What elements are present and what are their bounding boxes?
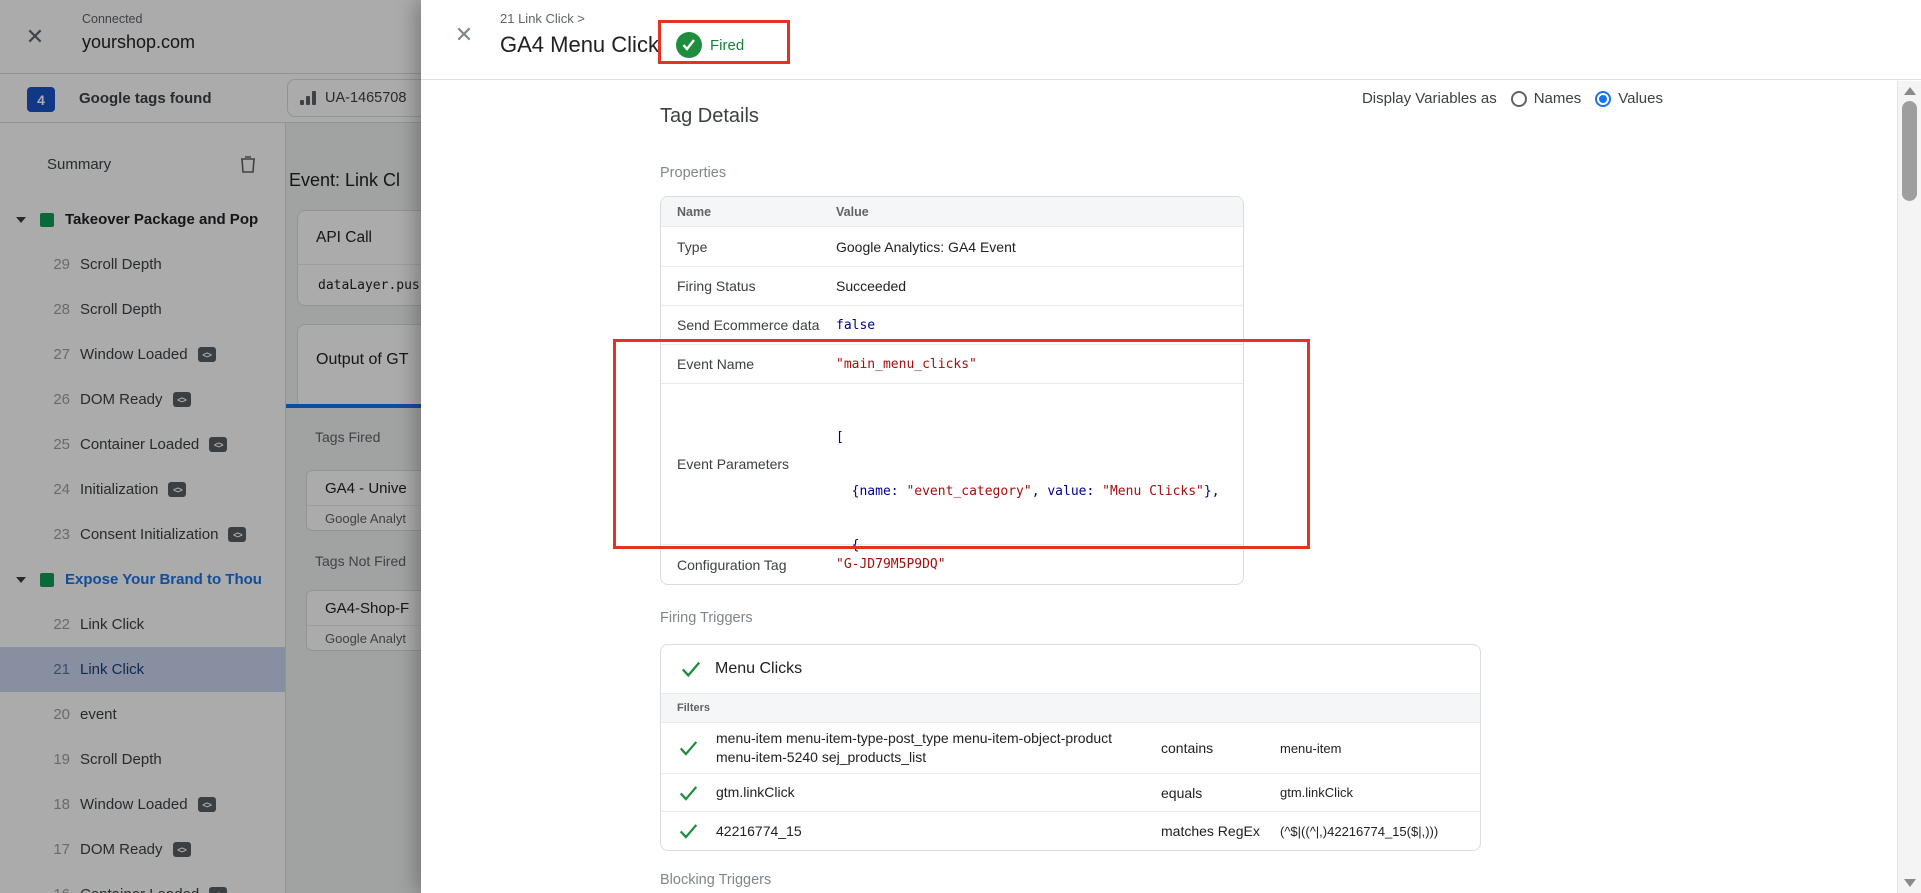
display-variables-toggle: Display Variables as Names Values	[1362, 90, 1663, 107]
tags-not-fired-label: Tags Not Fired	[315, 553, 406, 569]
tag-details-heading: Tag Details	[660, 105, 759, 128]
table-row: Firing Status Succeeded	[661, 267, 1243, 306]
check-icon	[679, 740, 698, 756]
filter-row: 42216774_15 matches RegEx (^$|((^|,)4221…	[661, 812, 1480, 850]
check-icon	[679, 823, 698, 839]
tag-detail-dialog: ✕ 21 Link Click > GA4 Menu Click Fired D…	[421, 0, 1921, 893]
filters-label: Filters	[661, 693, 1480, 723]
check-circle-icon	[676, 32, 702, 58]
group-label: Takeover Package and Pop	[65, 211, 258, 228]
filter-row: menu-item menu-item-type-post_type menu-…	[661, 723, 1480, 774]
blocking-triggers-heading: Blocking Triggers	[660, 872, 771, 888]
sidebar-group-expose-your-brand[interactable]: Expose Your Brand to Thou	[0, 557, 285, 602]
container-color-icon	[40, 573, 54, 587]
code-event-icon	[198, 797, 216, 812]
sidebar-item-event-28[interactable]: 28 Scroll Depth	[0, 287, 285, 332]
scrollbar-thumb[interactable]	[1902, 101, 1917, 201]
radio-values-label[interactable]: Values	[1618, 90, 1663, 107]
sidebar-item-event-25[interactable]: 25 Container Loaded	[0, 422, 285, 467]
code-event-icon	[173, 392, 191, 407]
dialog-close-icon[interactable]: ✕	[451, 22, 477, 48]
chevron-down-icon	[16, 217, 26, 223]
sidebar-group-takeover-package[interactable]: Takeover Package and Pop	[0, 197, 285, 242]
summary-label: Summary	[47, 156, 111, 173]
display-variables-label: Display Variables as	[1362, 90, 1497, 107]
group-label: Expose Your Brand to Thou	[65, 571, 262, 588]
sidebar-item-event-29[interactable]: 29 Scroll Depth	[0, 242, 285, 287]
code-event-icon	[209, 887, 227, 893]
sidebar-item-event-17[interactable]: 17 DOM Ready	[0, 827, 285, 872]
connection-status: Connected	[82, 12, 142, 26]
table-row-event-parameters: Event Parameters [ {name: "event_categor…	[661, 384, 1243, 545]
breadcrumb: 21 Link Click >	[500, 11, 585, 26]
container-id: UA-1465708	[325, 90, 406, 106]
analytics-bars-icon	[300, 91, 316, 105]
clear-events-icon[interactable]	[239, 154, 257, 178]
table-row: Type Google Analytics: GA4 Event	[661, 227, 1243, 267]
table-header-row: Name Value	[661, 197, 1243, 227]
gtm-preview-background: ✕ Connected yourshop.com 4 Google tags f…	[0, 0, 421, 893]
status-badge: Fired	[676, 32, 744, 58]
code-event-icon	[168, 482, 186, 497]
sidebar-item-event-24[interactable]: 24 Initialization	[0, 467, 285, 512]
dialog-scrollbar	[1897, 81, 1921, 893]
sidebar-item-event-23[interactable]: 23 Consent Initialization	[0, 512, 285, 557]
code-event-icon	[209, 437, 227, 452]
filter-row: gtm.linkClick equals gtm.linkClick	[661, 774, 1480, 812]
close-icon[interactable]: ✕	[22, 24, 48, 50]
tags-count-badge: 4	[27, 87, 55, 112]
chevron-down-icon	[16, 577, 26, 583]
sidebar-item-event-27[interactable]: 27 Window Loaded	[0, 332, 285, 377]
connect-bar: ✕ Connected yourshop.com	[0, 0, 421, 74]
radio-names[interactable]	[1511, 91, 1527, 107]
scroll-up-arrow[interactable]	[1904, 87, 1916, 95]
radio-values[interactable]	[1595, 91, 1611, 107]
scroll-down-arrow[interactable]	[1904, 879, 1916, 887]
properties-heading: Properties	[660, 165, 726, 181]
sidebar-item-event-19[interactable]: 19 Scroll Depth	[0, 737, 285, 782]
sidebar-item-event-22[interactable]: 22 Link Click	[0, 602, 285, 647]
table-row: Configuration Tag "G-JD79M5P9DQ"	[661, 545, 1243, 584]
firing-trigger-card: Menu Clicks Filters menu-item menu-item-…	[660, 644, 1481, 851]
trigger-name: Menu Clicks	[715, 660, 802, 678]
google-tags-bar: 4 Google tags found UA-1465708	[0, 74, 421, 123]
properties-table: Name Value Type Google Analytics: GA4 Ev…	[660, 196, 1244, 585]
code-event-icon	[228, 527, 246, 542]
tags-fired-label: Tags Fired	[315, 429, 380, 445]
sidebar-item-event-21-selected[interactable]: 21 Link Click	[0, 647, 285, 692]
sidebar-item-event-16[interactable]: 16 Container Loaded	[0, 872, 285, 893]
sidebar-item-event-26[interactable]: 26 DOM Ready	[0, 377, 285, 422]
column-name: Name	[661, 197, 836, 226]
dialog-title: GA4 Menu Click	[500, 32, 659, 58]
tags-found-label: Google tags found	[79, 90, 212, 107]
code-event-icon	[173, 842, 191, 857]
screen: ✕ Connected yourshop.com 4 Google tags f…	[0, 0, 1921, 893]
check-icon	[681, 660, 701, 678]
column-value: Value	[836, 197, 1243, 226]
code-event-icon	[198, 347, 216, 362]
container-color-icon	[40, 213, 54, 227]
sidebar-item-event-20[interactable]: 20 event	[0, 692, 285, 737]
table-row: Event Name "main_menu_clicks"	[661, 345, 1243, 384]
trigger-row[interactable]: Menu Clicks	[661, 645, 1480, 693]
table-row: Send Ecommerce data false	[661, 306, 1243, 345]
event-sidebar: Summary Takeover Package and Pop 29 Scro…	[0, 123, 285, 893]
radio-names-label[interactable]: Names	[1534, 90, 1582, 107]
dialog-header: ✕ 21 Link Click > GA4 Menu Click Fired	[421, 0, 1921, 80]
status-text: Fired	[710, 37, 744, 54]
connected-site: yourshop.com	[82, 32, 195, 53]
check-icon	[679, 785, 698, 801]
sidebar-item-event-18[interactable]: 18 Window Loaded	[0, 782, 285, 827]
sidebar-item-summary[interactable]: Summary	[0, 142, 285, 187]
event-title: Event: Link Cl	[289, 170, 400, 191]
firing-triggers-heading: Firing Triggers	[660, 610, 753, 626]
